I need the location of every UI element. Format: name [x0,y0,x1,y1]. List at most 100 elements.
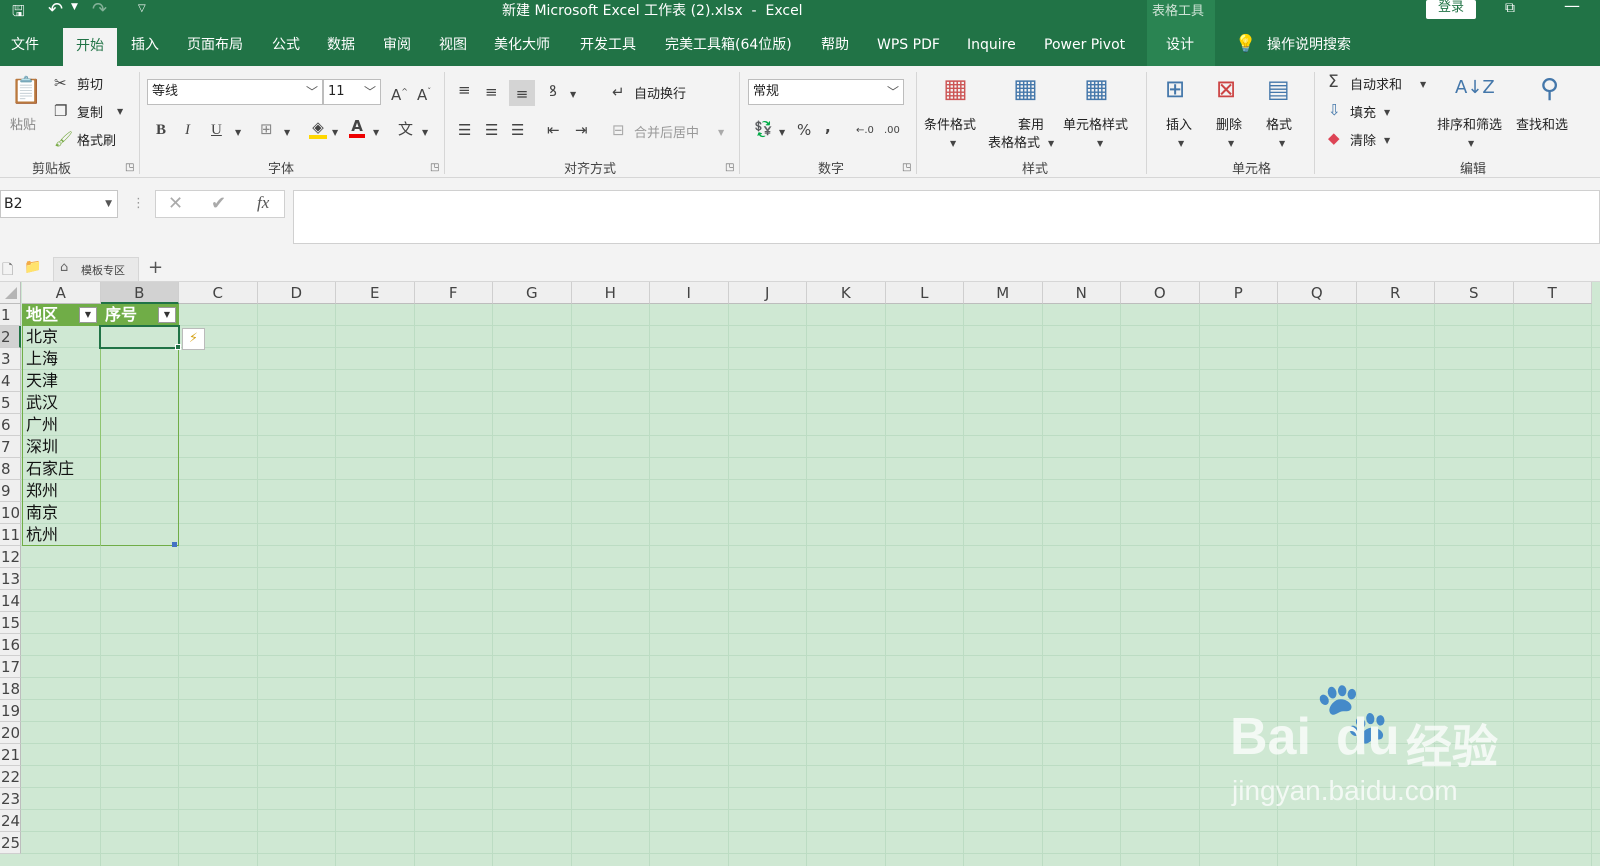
number-launcher-icon[interactable]: ◳ [902,162,911,173]
column-header-g[interactable]: G [493,282,572,304]
row-header-6[interactable]: 6 [0,414,21,436]
row-header-11[interactable]: 11 [0,524,21,546]
row-header-20[interactable]: 20 [0,722,21,744]
column-header-m[interactable]: M [964,282,1043,304]
row-header-13[interactable]: 13 [0,568,21,590]
row-header-1[interactable]: 1 [0,304,21,326]
decrease-font-icon[interactable]: Aˇ [417,84,431,103]
format-painter-button[interactable]: 格式刷 [77,130,116,149]
sort-dropdown-icon[interactable]: ▼ [1468,136,1474,152]
cell-region-value[interactable]: 石家庄 [22,458,74,480]
tab-help[interactable]: 帮助 [821,22,849,66]
increase-font-icon[interactable]: A^ [391,84,408,103]
align-bottom-icon[interactable]: ≡ [509,80,535,106]
delete-cells-button[interactable]: 删除 [1216,114,1242,133]
tab-wps-pdf[interactable]: WPS PDF [877,22,940,66]
conditional-format-button[interactable]: 条件格式 [924,114,976,133]
column-header-b[interactable]: B [100,282,179,304]
font-launcher-icon[interactable]: ◳ [430,162,439,173]
cut-button[interactable]: 剪切 [77,74,103,93]
tab-page-layout[interactable]: 页面布局 [187,22,243,66]
filter-dropdown-button[interactable]: ▼ [158,307,176,323]
autosum-dropdown-icon[interactable]: ▼ [1420,77,1426,93]
underline-button[interactable]: U [211,122,222,138]
find-select-button[interactable]: 查找和选 [1516,114,1568,133]
decrease-decimal-icon[interactable]: .00 [884,123,900,139]
tell-me-search[interactable]: 操作说明搜索 [1267,22,1351,66]
paste-icon[interactable]: 📋 [10,74,42,108]
row-header-17[interactable]: 17 [0,656,21,678]
undo-icon[interactable]: ↶ [48,0,63,20]
column-header-a[interactable]: A [22,282,101,304]
row-header-5[interactable]: 5 [0,392,21,414]
worksheet-grid[interactable]: ABCDEFGHIJKLMNOPQRST 1 2 3 4 5 6 7 8 9 10 11 12 13 14… [0,282,1600,866]
copy-button[interactable]: 复制 [77,102,103,121]
column-header-e[interactable]: E [336,282,415,304]
row-header-16[interactable]: 16 [0,634,21,656]
chevron-down-icon[interactable]: ▼ [105,191,112,217]
insert-function-icon[interactable]: fx [257,193,269,213]
border-dropdown-icon[interactable]: ▼ [284,125,290,141]
cell-region-value[interactable]: 广州 [22,414,58,436]
cell-region-value[interactable]: 武汉 [22,392,58,414]
name-box[interactable]: B2 ▼ [0,190,118,218]
insert-dropdown-icon[interactable]: ▼ [1178,136,1184,152]
column-header-k[interactable]: K [807,282,886,304]
format-as-table-line2[interactable]: 表格格式 [988,132,1040,151]
row-header-22[interactable]: 22 [0,766,21,788]
align-right-icon[interactable]: ☰ [511,122,524,138]
filter-dropdown-button[interactable]: ▼ [79,307,97,323]
cell-region-value[interactable]: 郑州 [22,480,58,502]
row-header-24[interactable]: 24 [0,810,21,832]
row-header-18[interactable]: 18 [0,678,21,700]
header-cell-region[interactable]: 地区 [22,304,58,326]
column-header-i[interactable]: I [650,282,729,304]
border-icon[interactable]: ⊞ [260,121,273,137]
clipboard-launcher-icon[interactable]: ◳ [125,162,134,173]
comma-button[interactable]: , [825,119,831,135]
customize-qat-icon[interactable]: ▽ [138,3,146,14]
selected-cell-b2[interactable] [99,325,180,349]
column-header-c[interactable]: C [179,282,258,304]
cell-region-value[interactable]: 北京 [22,326,58,348]
increase-indent-icon[interactable]: ⇥ [575,122,588,138]
column-header-h[interactable]: H [571,282,650,304]
row-header-4[interactable]: 4 [0,370,21,392]
fill-dropdown-icon[interactable]: ▼ [1384,105,1390,121]
paste-label[interactable]: 粘贴 [10,114,36,133]
align-top-icon[interactable]: ≡ [458,82,471,98]
row-header-15[interactable]: 15 [0,612,21,634]
column-header-j[interactable]: J [728,282,807,304]
font-color-dropdown-icon[interactable]: ▼ [373,125,379,141]
copy-dropdown-icon[interactable]: ▼ [117,104,123,120]
row-header-23[interactable]: 23 [0,788,21,810]
tab-design[interactable]: 设计 [1166,22,1194,66]
column-header-d[interactable]: D [257,282,336,304]
font-color-icon[interactable]: A [349,118,365,138]
cell-region-value[interactable]: 杭州 [22,524,58,546]
template-tab[interactable]: ⌂ 模板专区 [53,257,139,281]
clear-button[interactable]: 清除 [1350,130,1376,149]
minimize-icon[interactable]: — [1564,0,1580,15]
cell-region-value[interactable]: 上海 [22,348,58,370]
tab-file[interactable]: 文件 [11,22,39,66]
column-header-r[interactable]: R [1356,282,1435,304]
column-header-f[interactable]: F [414,282,493,304]
column-header-o[interactable]: O [1121,282,1200,304]
row-header-25[interactable]: 25 [0,832,21,854]
align-middle-icon[interactable]: ≡ [485,84,498,100]
cancel-icon[interactable]: ✕ [168,193,183,214]
cell-styles-button[interactable]: 单元格样式 [1063,114,1128,133]
orientation-icon[interactable]: ꝸ [549,83,557,99]
add-tab-button[interactable]: + [148,257,163,278]
sort-filter-button[interactable]: 排序和筛选 [1437,114,1502,133]
row-header-19[interactable]: 19 [0,700,21,722]
row-header-2[interactable]: 2 [0,326,21,348]
increase-decimal-icon[interactable]: ←.0 [856,123,874,139]
format-as-table-line1[interactable]: 套用 [1018,114,1044,133]
tab-inquire[interactable]: Inquire [967,22,1016,66]
enter-icon[interactable]: ✔ [211,193,226,214]
bold-button[interactable]: B [156,122,166,138]
tab-data[interactable]: 数据 [327,22,355,66]
merge-dropdown-icon[interactable]: ▼ [718,125,724,141]
